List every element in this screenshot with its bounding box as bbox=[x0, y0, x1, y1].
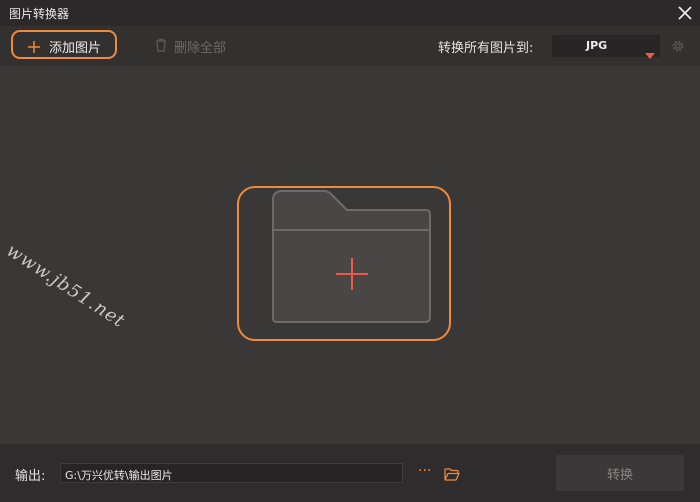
plus-icon bbox=[27, 39, 41, 58]
caret-down-icon bbox=[645, 44, 655, 63]
window-title: 图片转换器 bbox=[9, 7, 70, 21]
add-image-label: 添加图片 bbox=[49, 41, 102, 56]
convert-all-label: 转换所有图片到: bbox=[438, 41, 534, 56]
watermark-text: www.jb51.net bbox=[2, 240, 129, 333]
more-options-icon[interactable]: ··· bbox=[418, 463, 431, 479]
gear-icon[interactable] bbox=[671, 38, 685, 52]
delete-all-label: 删除全部 bbox=[174, 40, 227, 56]
output-label: 输出: bbox=[15, 469, 46, 484]
toolbar: 添加图片 删除全部 转换所有图片到: JPG bbox=[0, 26, 700, 66]
add-image-drop-zone[interactable] bbox=[237, 186, 451, 341]
format-value: JPG bbox=[586, 39, 608, 52]
open-folder-icon[interactable] bbox=[444, 466, 460, 485]
convert-button-label: 转换 bbox=[606, 467, 633, 483]
folder-add-icon bbox=[268, 188, 434, 332]
title-bar: 图片转换器 bbox=[0, 0, 700, 26]
format-select[interactable]: JPG bbox=[552, 35, 660, 59]
trash-icon bbox=[155, 37, 167, 56]
convert-button[interactable]: 转换 bbox=[556, 455, 684, 491]
delete-all-button[interactable]: 删除全部 bbox=[155, 37, 227, 56]
output-bar: 输出: G:\万兴优转\输出图片 ··· 转换 bbox=[0, 444, 700, 502]
output-path-field[interactable]: G:\万兴优转\输出图片 bbox=[60, 463, 403, 483]
close-icon[interactable] bbox=[676, 4, 694, 22]
add-image-button[interactable]: 添加图片 bbox=[11, 30, 117, 59]
